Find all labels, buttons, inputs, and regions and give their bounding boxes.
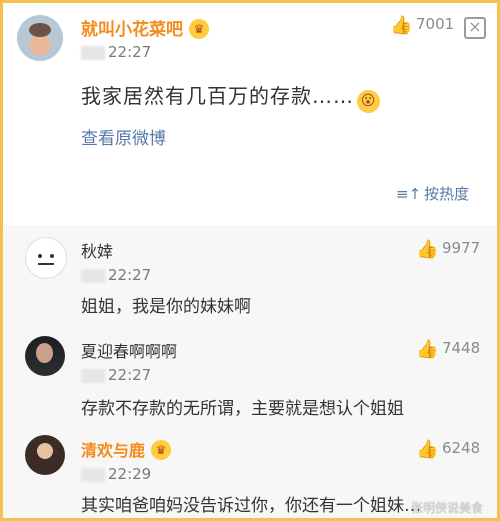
comment-time-label: 22:29 bbox=[108, 465, 152, 483]
commenter-name[interactable]: 夏迎春啊啊啊 bbox=[81, 338, 177, 362]
thumb-up-icon: 👍 bbox=[416, 339, 439, 360]
original-post: 就叫小花菜吧 ♛ 22:27 👍 7001 × 我家居然有几百万的存款…… 😮 查看原… bbox=[3, 3, 497, 225]
comment-time: 22:29 bbox=[81, 465, 151, 483]
post-author-name[interactable]: 就叫小花菜吧 ♛ bbox=[81, 15, 209, 40]
post-time-label: 22:27 bbox=[108, 43, 152, 61]
comment-list: 秋婞 22:27 👍 9977 姐姐，我是你的妹妹啊 夏迎春啊啊啊 22:27 👍… bbox=[3, 225, 497, 518]
commenter-avatar[interactable] bbox=[25, 237, 67, 279]
post-author-label: 就叫小花菜吧 bbox=[81, 20, 183, 40]
commenter-name[interactable]: 清欢与鹿 ♛ bbox=[81, 437, 172, 461]
commenter-avatar[interactable] bbox=[25, 336, 65, 376]
thumb-up-icon: 👍 bbox=[416, 439, 439, 460]
author-avatar[interactable] bbox=[17, 15, 63, 61]
comment-time: 22:27 bbox=[81, 366, 151, 384]
comment-text: 姐姐，我是你的妹妹啊 bbox=[81, 297, 251, 317]
close-icon[interactable]: × bbox=[464, 17, 486, 39]
crown-icon: ♛ bbox=[189, 19, 209, 39]
commenter-name[interactable]: 秋婞 bbox=[81, 238, 113, 262]
blurred-date bbox=[81, 45, 105, 60]
post-content: 我家居然有几百万的存款…… 😮 bbox=[81, 80, 380, 113]
comment-like-count: 6248 bbox=[442, 439, 481, 457]
post-text: 我家居然有几百万的存款…… bbox=[81, 84, 354, 108]
post-time: 22:27 bbox=[81, 43, 151, 61]
comment-like-button[interactable]: 👍 7448 bbox=[416, 339, 480, 360]
comment-like-button[interactable]: 👍 6248 bbox=[416, 439, 480, 460]
comment-like-count: 9977 bbox=[442, 239, 481, 257]
blurred-date bbox=[81, 368, 105, 383]
surprised-emoji-icon: 😮 bbox=[357, 90, 380, 113]
sort-icon: ≡↑ bbox=[396, 185, 422, 203]
watermark: 张明侠说美食 bbox=[411, 501, 484, 515]
commenter-name-label: 清欢与鹿 bbox=[81, 441, 146, 460]
post-like-count: 7001 bbox=[416, 15, 455, 33]
commenter-avatar[interactable] bbox=[25, 435, 65, 475]
comment-like-count: 7448 bbox=[442, 339, 481, 357]
blurred-date bbox=[81, 268, 105, 283]
sort-label: 按热度 bbox=[424, 185, 470, 203]
crown-icon: ♛ bbox=[151, 440, 172, 460]
comment-time: 22:27 bbox=[81, 266, 151, 284]
post-like-button[interactable]: 👍 7001 bbox=[390, 15, 454, 36]
thumb-up-icon: 👍 bbox=[390, 15, 413, 36]
blurred-date bbox=[81, 467, 105, 482]
thumb-up-icon: 👍 bbox=[416, 239, 439, 260]
screenshot-frame: 就叫小花菜吧 ♛ 22:27 👍 7001 × 我家居然有几百万的存款…… 😮 查看原… bbox=[0, 0, 500, 521]
comment-time-label: 22:27 bbox=[108, 266, 152, 284]
view-original-link[interactable]: 查看原微博 bbox=[81, 124, 166, 149]
comment-text: 其实咱爸咱妈没告诉过你，你还有一个姐妹… bbox=[81, 496, 421, 516]
comment-like-button[interactable]: 👍 9977 bbox=[416, 239, 480, 260]
comment-text: 存款不存款的无所谓，主要就是想认个姐姐 bbox=[81, 399, 404, 419]
sort-by-popularity-button[interactable]: ≡↑ 按热度 bbox=[396, 183, 469, 204]
comment-time-label: 22:27 bbox=[108, 366, 152, 384]
